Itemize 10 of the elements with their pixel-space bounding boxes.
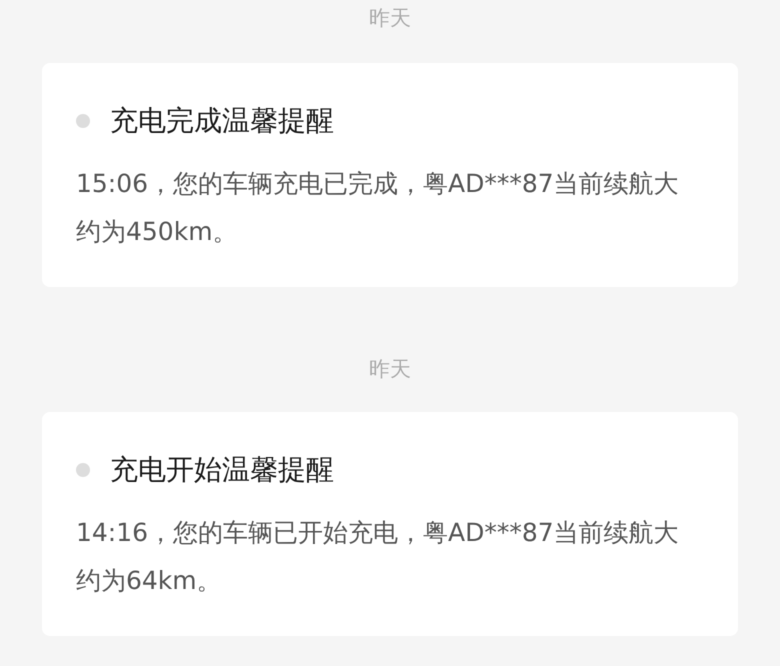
date-label: 昨天 [369, 5, 411, 32]
dot-icon [76, 114, 90, 128]
message-body: 15:06，您的车辆充电已完成，粤AD***87当前续航大约为450km。 [76, 168, 680, 248]
message-card[interactable]: 充电开始温馨提醒 14:16，您的车辆已开始充电，粤AD***87当前续航大约为64km。 [42, 412, 738, 636]
message-body: 14:16，您的车辆已开始充电，粤AD***87当前续航大约为64km。 [76, 517, 680, 597]
dot-icon [76, 463, 90, 477]
message-card[interactable]: 充电完成温馨提醒 15:06，您的车辆充电已完成，粤AD***87当前续航大约为450km。 [42, 63, 738, 287]
message-title: 充电开始温馨提醒 [110, 452, 334, 488]
date-label: 昨天 [369, 356, 411, 383]
message-title: 充电完成温馨提醒 [110, 103, 334, 139]
